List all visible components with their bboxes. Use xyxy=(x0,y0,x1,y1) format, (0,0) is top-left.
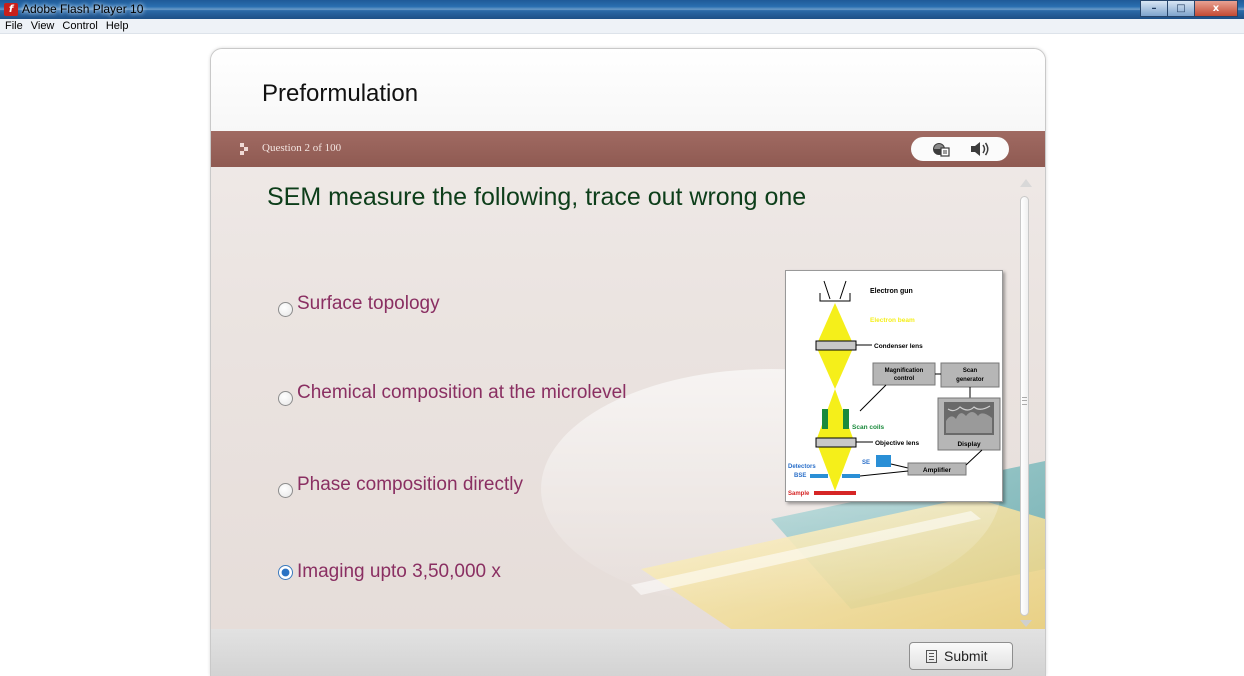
menu-bar: File View Control Help xyxy=(0,19,1244,34)
gun-shape xyxy=(823,280,847,300)
label-se: SE xyxy=(862,460,870,466)
submit-label: Submit xyxy=(944,648,988,664)
sem-diagram: Electron gun Electron beam Condenser len… xyxy=(785,270,1003,502)
menu-help[interactable]: Help xyxy=(101,19,132,33)
answer-label: Imaging upto 3,50,000 x xyxy=(297,561,501,582)
question-tools xyxy=(911,137,1009,161)
label-scan: Scan xyxy=(963,368,978,374)
radio-button[interactable] xyxy=(278,483,293,498)
close-icon[interactable]: x xyxy=(1194,0,1238,17)
vertical-scrollbar[interactable] xyxy=(1018,179,1034,629)
question-counter: Question 2 of 100 xyxy=(262,142,342,154)
label-bse: BSE xyxy=(794,473,806,479)
scroll-down-arrow-icon[interactable] xyxy=(1020,620,1032,627)
scan-generator-box xyxy=(940,362,1000,388)
bse-detector-left xyxy=(810,474,828,478)
label-generator: generator xyxy=(956,377,984,383)
window-titlebar: f Adobe Flash Player 10 – □ x xyxy=(0,0,1244,19)
menu-control[interactable]: Control xyxy=(57,19,100,33)
scroll-up-arrow-icon[interactable] xyxy=(1020,179,1032,187)
se-detector xyxy=(876,455,891,467)
bse-detector-right xyxy=(842,474,860,478)
label-detectors: Detectors xyxy=(788,464,816,470)
audio-icon[interactable] xyxy=(969,140,991,158)
answer-option-3[interactable]: Phase composition directly xyxy=(278,466,523,498)
submit-button[interactable]: Submit xyxy=(909,642,1013,670)
sample-stage xyxy=(814,491,856,495)
scroll-grip-icon xyxy=(1022,397,1027,405)
scroll-thumb[interactable] xyxy=(1020,196,1029,616)
label-scan-coils: Scan coils xyxy=(852,424,885,431)
question-marker-icon xyxy=(240,143,250,155)
radio-button[interactable] xyxy=(278,391,293,406)
question-bar: Question 2 of 100 xyxy=(211,131,1045,167)
course-header: Preformulation xyxy=(211,49,1045,131)
radio-button-selected[interactable] xyxy=(278,565,293,580)
menu-file[interactable]: File xyxy=(0,19,26,33)
label-electron-beam: Electron beam xyxy=(870,317,915,324)
condenser-lens xyxy=(815,340,857,351)
window-controls: – □ x xyxy=(1140,0,1238,17)
course-title: Preformulation xyxy=(262,80,419,107)
answer-label: Phase composition directly xyxy=(297,474,523,495)
menu-view[interactable]: View xyxy=(26,19,58,33)
radio-button[interactable] xyxy=(278,302,293,317)
answer-option-4[interactable]: Imaging upto 3,50,000 x xyxy=(278,553,501,583)
label-sample: Sample xyxy=(788,491,810,497)
label-electron-gun: Electron gun xyxy=(870,288,913,295)
flash-icon: f xyxy=(4,3,18,16)
review-icon[interactable] xyxy=(931,141,951,157)
label-objective-lens: Objective lens xyxy=(875,440,919,447)
window-title: Adobe Flash Player 10 xyxy=(22,2,144,16)
maximize-icon[interactable]: □ xyxy=(1167,0,1195,17)
answer-option-2[interactable]: Chemical composition at the microlevel xyxy=(278,374,627,406)
scan-coil-left xyxy=(822,409,828,429)
objective-lens xyxy=(815,437,857,448)
label-magnification: Magnification xyxy=(885,368,924,374)
quiz-player: Preformulation Question 2 of 100 SEM mea… xyxy=(210,48,1046,676)
scan-coil-right xyxy=(843,409,849,429)
gun-base xyxy=(819,293,851,302)
submit-icon xyxy=(926,649,937,663)
answer-label: Chemical composition at the microlevel xyxy=(297,382,627,403)
question-text: SEM measure the following, trace out wro… xyxy=(267,183,807,211)
sem-schematic: Electron gun Electron beam Condenser len… xyxy=(788,280,1001,497)
answer-label: Surface topology xyxy=(297,293,440,314)
answer-option-1[interactable]: Surface topology xyxy=(278,285,440,317)
minimize-icon[interactable]: – xyxy=(1140,0,1168,17)
label-display: Display xyxy=(957,441,981,448)
label-condenser-lens: Condenser lens xyxy=(874,343,923,350)
label-control: control xyxy=(894,376,915,382)
label-amplifier: Amplifier xyxy=(923,467,952,474)
